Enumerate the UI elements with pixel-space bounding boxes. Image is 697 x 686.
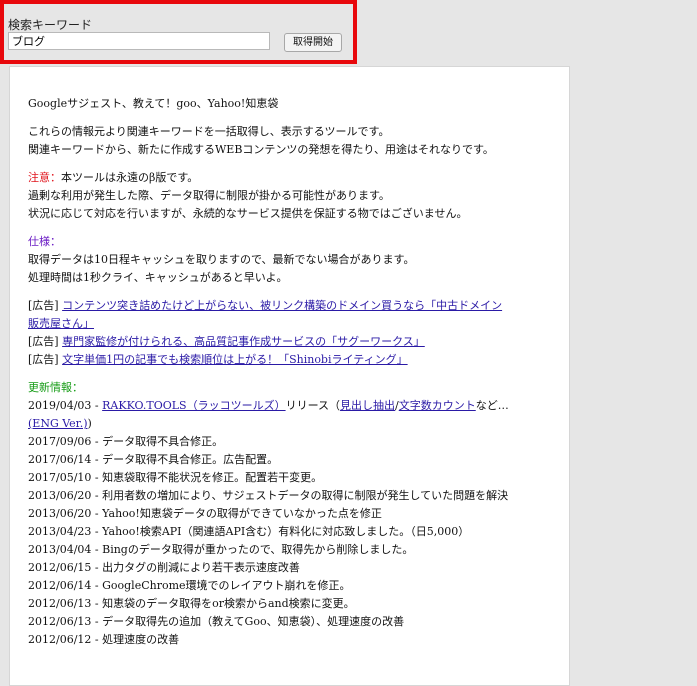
notice-heading: 注意： (28, 171, 61, 184)
start-button[interactable]: 取得開始 (284, 33, 342, 52)
ad-item-continued: 販売屋さん」 (28, 315, 551, 333)
update-item: 2017/05/10 - 知恵袋取得不能状況を修正。配置若干変更。 (28, 471, 323, 484)
heading-extract-link[interactable]: 見出し抽出 (340, 399, 395, 412)
spec-section: 仕様： 取得データは10日程キャッシュを取りますので、最新でない場合があります。… (28, 233, 551, 287)
main-content: Googleサジェスト、教えて！goo、Yahoo!知恵袋 これらの情報元より関… (9, 66, 570, 686)
update-item: 2013/06/20 - Yahoo!知恵袋データの取得ができていなかった点を修… (28, 507, 382, 520)
ad-link-domain[interactable]: コンテンツ突き詰めたけど上がらない、被リンク構築のドメイン買うなら「中古ドメイン (62, 299, 502, 312)
update-item: 2013/04/23 - Yahoo!検索API（関連語API含む）有料化に対応… (28, 525, 470, 538)
intro-line: これらの情報元より関連キーワードを一括取得し、表示するツールです。 (28, 125, 390, 138)
ad-prefix: [広告] (28, 353, 59, 366)
update-item: 2012/06/12 - 処理速度の改善 (28, 633, 180, 646)
updates-section: 更新情報： 2019/04/03 - RAKKO.TOOLS（ラッコツールズ）リ… (28, 379, 551, 649)
ad-prefix: [広告] (28, 335, 59, 348)
update-text: ) (87, 417, 92, 430)
search-panel: 検索キーワード 取得開始 (0, 0, 357, 64)
update-item: 2017/09/06 - データ取得不具合修正。 (28, 435, 224, 448)
search-label: 検索キーワード (8, 18, 93, 32)
intro-section: これらの情報元より関連キーワードを一括取得し、表示するツールです。 関連キーワー… (28, 123, 551, 159)
spec-heading: 仕様： (28, 235, 61, 248)
ad-item: [広告] コンテンツ突き詰めたけど上がらない、被リンク構築のドメイン買うなら「中… (28, 297, 551, 315)
ad-item: [広告] 文字単価1円の記事でも検索順位は上がる！「Shinobiライティング」 (28, 351, 551, 369)
update-text: など… (475, 399, 509, 412)
ad-link-shinobi[interactable]: 文字単価1円の記事でも検索順位は上がる！「Shinobiライティング」 (62, 353, 408, 366)
spec-line: 取得データは10日程キャッシュを取りますので、最新でない場合があります。 (28, 253, 415, 266)
notice-text: 本ツールは永遠のβ版です。 (61, 171, 199, 184)
search-input[interactable] (8, 32, 270, 50)
page-title: Googleサジェスト、教えて！goo、Yahoo!知恵袋 (28, 97, 279, 110)
rakko-tools-link[interactable]: RAKKO.TOOLS（ラッコツールズ） (102, 399, 285, 412)
ad-item: [広告] 専門家監修が付けられる、高品質記事作成サービスの「サグーワークス」 (28, 333, 551, 351)
notice-line: 過剰な利用が発生した際、データ取得に制限が掛かる可能性があります。 (28, 189, 390, 202)
notice-line: 注意：本ツールは永遠のβ版です。 (28, 169, 551, 187)
notice-line: 状況に応じて対応を行いますが、永続的なサービス提供を保証する物ではございません。 (28, 207, 468, 220)
update-item: 2013/06/20 - 利用者数の増加により、サジェストデータの取得に制限が発… (28, 489, 509, 502)
ad-link-writing[interactable]: 専門家監修が付けられる、高品質記事作成サービスの「サグーワークス」 (62, 335, 425, 348)
update-item-continued: (ENG Ver.)) (28, 415, 551, 433)
update-item: 2012/06/15 - 出力タグの削減により若干表示速度改善 (28, 561, 300, 574)
eng-version-link[interactable]: (ENG Ver.) (28, 417, 88, 430)
notice-section: 注意：本ツールは永遠のβ版です。 過剰な利用が発生した際、データ取得に制限が掛か… (28, 169, 551, 223)
update-item: 2017/06/14 - データ取得不具合修正。広告配置。 (28, 453, 279, 466)
updates-heading: 更新情報： (28, 381, 83, 394)
ad-prefix: [広告] (28, 299, 59, 312)
update-item: 2019/04/03 - RAKKO.TOOLS（ラッコツールズ）リリース（見出… (28, 397, 551, 415)
update-item: 2012/06/13 - データ取得先の追加（教えてGoo、知恵袋）、処理速度の… (28, 615, 405, 628)
ads-section: [広告] コンテンツ突き詰めたけど上がらない、被リンク構築のドメイン買うなら「中… (28, 297, 551, 369)
intro-line: 関連キーワードから、新たに作成するWEBコンテンツの発想を得たり、用途はそれなり… (28, 143, 494, 156)
update-date: 2019/04/03 - (28, 399, 103, 412)
update-text: リリース（ (285, 399, 341, 412)
update-item: 2012/06/14 - GoogleChrome環境でのレイアウト崩れを修正。 (28, 579, 351, 592)
update-item: 2013/04/04 - Bingのデータ取得が重かったので、取得先から削除しま… (28, 543, 414, 556)
char-count-link[interactable]: 文字数カウント (399, 399, 476, 412)
update-item: 2012/06/13 - 知恵袋のデータ取得をor検索からand検索に変更。 (28, 597, 355, 610)
spec-line: 処理時間は1秒クライ、キャッシュがあると早いよ。 (28, 271, 288, 284)
ad-link-domain-continued[interactable]: 販売屋さん」 (28, 317, 94, 330)
